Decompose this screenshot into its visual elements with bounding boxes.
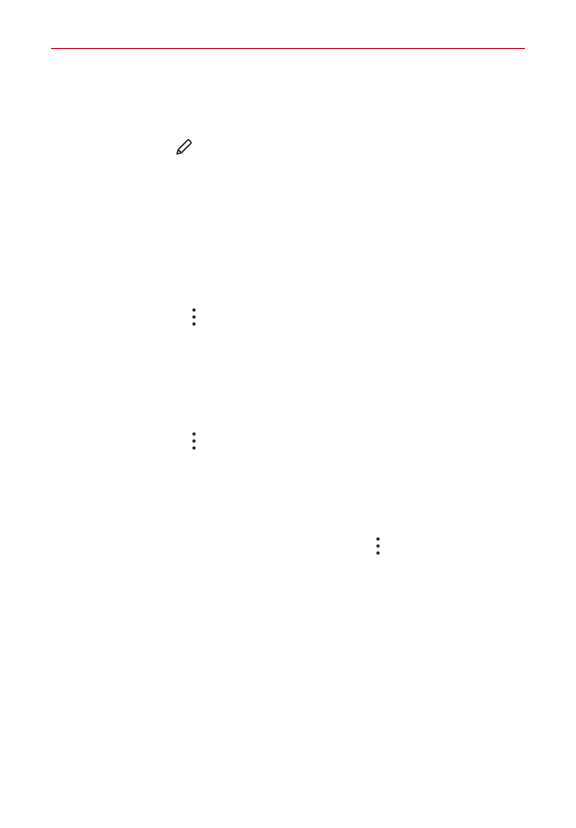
more-options-icon <box>189 430 199 452</box>
document-page <box>0 0 576 828</box>
pencil-icon <box>174 137 194 157</box>
more-options-icon <box>373 535 383 557</box>
header-divider <box>51 48 525 49</box>
more-options-icon <box>189 306 199 328</box>
